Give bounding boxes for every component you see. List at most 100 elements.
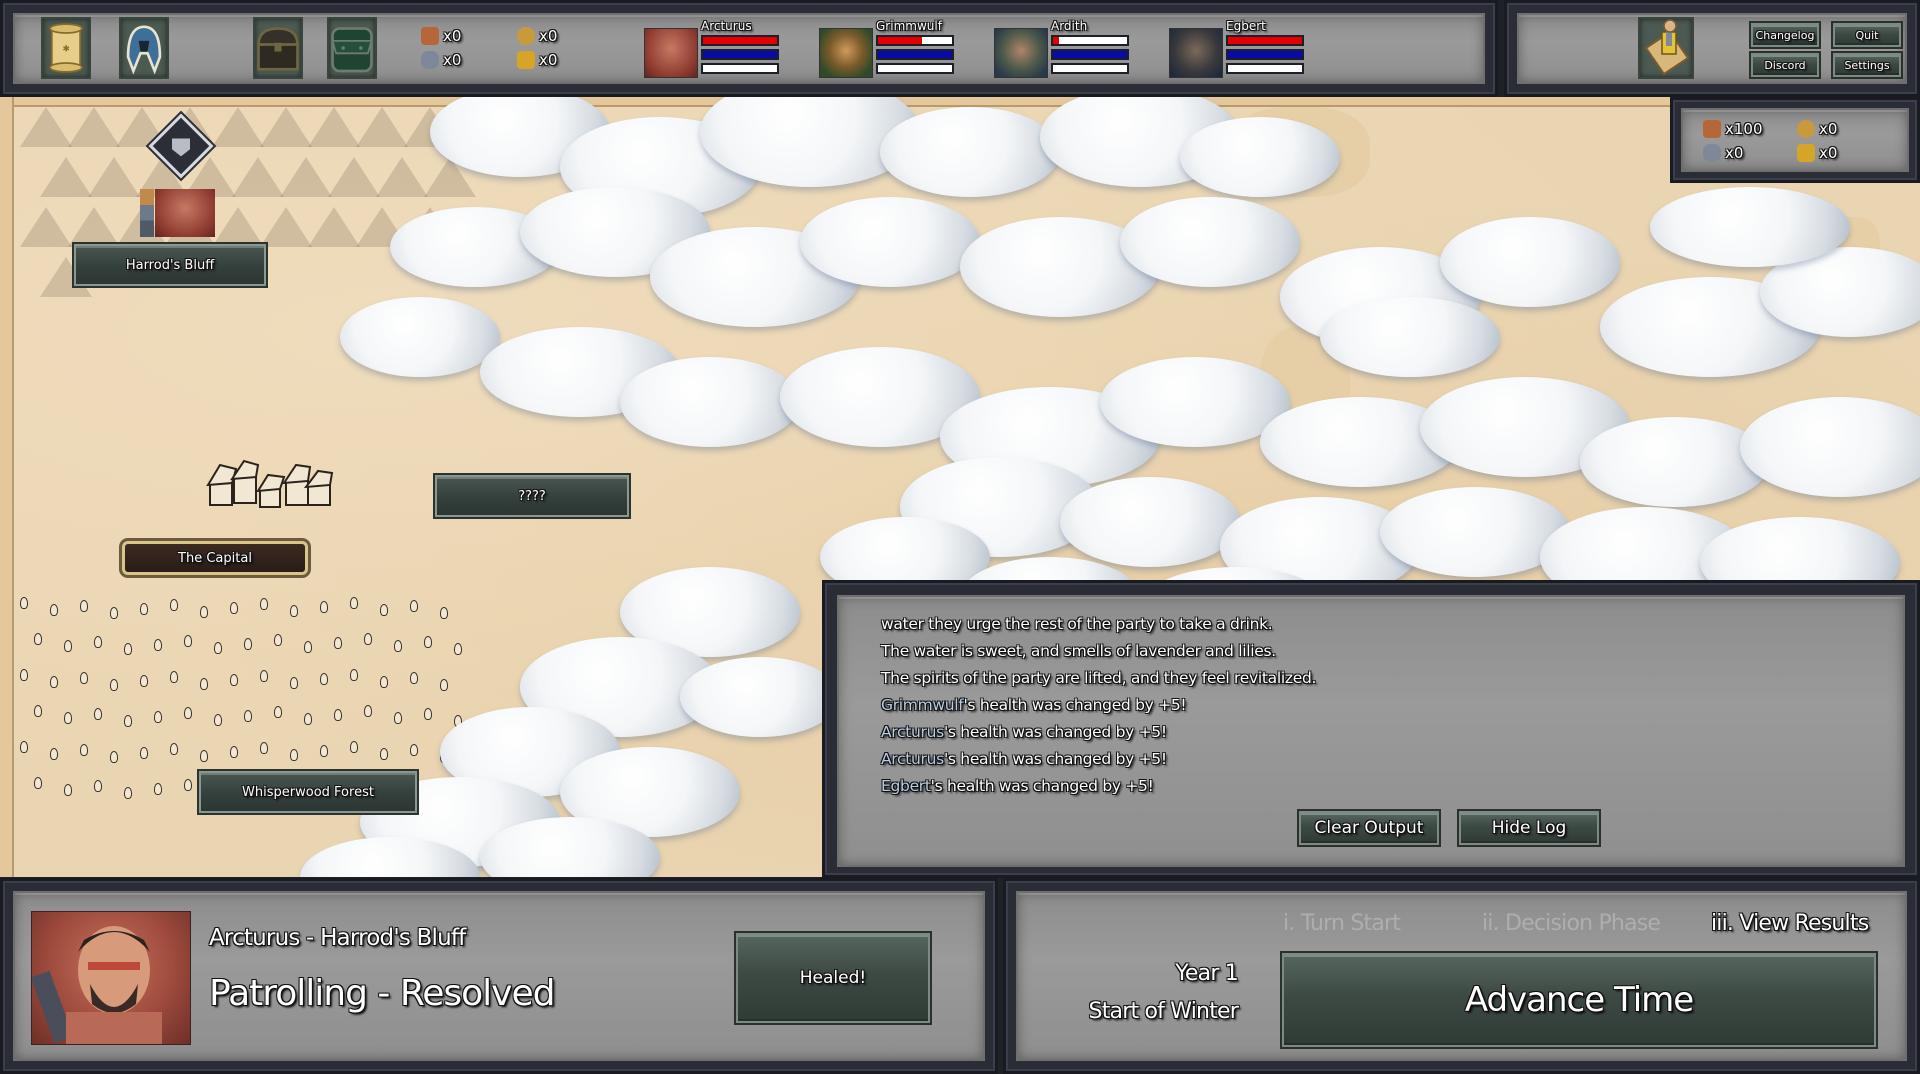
grain-icon bbox=[517, 51, 535, 69]
log-line-text: 's health was changed by +5! bbox=[943, 723, 1167, 741]
mana-bar-fill bbox=[1053, 51, 1127, 58]
backpack-button[interactable] bbox=[327, 17, 377, 79]
location-name: ???? bbox=[518, 488, 546, 504]
resource-value: x0 bbox=[539, 27, 558, 45]
hero-name: Ardith bbox=[1051, 19, 1088, 33]
stockpile-ore: x0 bbox=[1703, 144, 1743, 162]
banner-shield-icon bbox=[172, 138, 190, 156]
stockpile-coin: x0 bbox=[1797, 120, 1837, 138]
mana-bar-fill bbox=[1228, 51, 1302, 58]
location-label-whisperwood[interactable]: Whisperwood Forest bbox=[197, 769, 419, 815]
location-name: The Capital bbox=[178, 550, 252, 566]
location-label-unknown[interactable]: ???? bbox=[433, 473, 631, 519]
location-label-capital[interactable]: The Capital bbox=[119, 538, 311, 578]
discord-button[interactable]: Discord bbox=[1749, 51, 1821, 79]
resource-coin: x0 bbox=[517, 27, 557, 45]
grain-icon bbox=[1797, 144, 1815, 162]
resource-value: x0 bbox=[1725, 144, 1744, 162]
heroes-helmet-button[interactable] bbox=[119, 17, 169, 79]
hero-portrait-art bbox=[32, 926, 162, 1044]
event-log-lines: water they urge the rest of the party to… bbox=[881, 611, 1316, 800]
cloud bbox=[1740, 397, 1920, 497]
healed-result-button[interactable]: Healed! bbox=[734, 931, 932, 1025]
health-bar-fill bbox=[1228, 37, 1302, 44]
map-scroll-icon: ✱ bbox=[49, 23, 83, 73]
location-label-harrods-bluff[interactable]: Harrod's Bluff bbox=[72, 242, 268, 288]
phase-view-results: iii. View Results bbox=[1711, 911, 1869, 936]
health-bar-fill bbox=[703, 37, 777, 44]
backpack-icon bbox=[331, 27, 373, 73]
quit-button[interactable]: Quit bbox=[1831, 21, 1903, 49]
top-bar: ✱ x0 x0 x0 x0 Arcturus Grimmwulf Ardith … bbox=[0, 0, 1498, 97]
changelog-button[interactable]: Changelog bbox=[1749, 21, 1821, 49]
inventory-chest-button[interactable] bbox=[253, 17, 303, 79]
advance-time-button[interactable]: Advance Time bbox=[1280, 951, 1878, 1049]
log-line: Arcturus's health was changed by +5! bbox=[881, 719, 1316, 746]
log-line: Arcturus's health was changed by +5! bbox=[881, 746, 1316, 773]
log-line-highlight: Grimmwulf bbox=[881, 696, 964, 714]
clear-output-label: Clear Output bbox=[1314, 818, 1424, 838]
phase-turn-start: i. Turn Start bbox=[1283, 911, 1401, 936]
stockpile-wood: x100 bbox=[1703, 120, 1763, 138]
log-line-text: 's health was changed by +5! bbox=[943, 750, 1167, 768]
party-leader-portrait[interactable] bbox=[155, 189, 215, 237]
changelog-label: Changelog bbox=[1755, 28, 1815, 42]
hero-portrait bbox=[644, 28, 698, 78]
location-name: Whisperwood Forest bbox=[242, 784, 374, 800]
health-bar-fill bbox=[1053, 37, 1059, 44]
log-line-highlight: Egbert bbox=[881, 777, 931, 795]
ore-icon bbox=[421, 51, 439, 69]
hero-avatar-arcturus bbox=[31, 911, 191, 1045]
advance-time-label: Advance Time bbox=[1464, 980, 1694, 1020]
capital-town-icon bbox=[206, 459, 334, 508]
hero-name: Arcturus bbox=[701, 19, 752, 33]
wood-icon bbox=[1703, 120, 1721, 138]
health-bar bbox=[876, 35, 954, 46]
xp-bar bbox=[1226, 63, 1304, 74]
cloud bbox=[680, 657, 840, 737]
hide-log-label: Hide Log bbox=[1491, 818, 1567, 838]
health-bar bbox=[1226, 35, 1304, 46]
cloud bbox=[1440, 217, 1620, 307]
helmet-icon bbox=[126, 25, 162, 75]
resource-grain: x0 bbox=[517, 51, 557, 69]
log-line: The spirits of the party are lifted, and… bbox=[881, 665, 1316, 692]
cloud bbox=[1120, 197, 1300, 287]
coin-icon bbox=[1797, 120, 1815, 138]
log-line-text: The water is sweet, and smells of lavend… bbox=[881, 642, 1276, 660]
cloud bbox=[1580, 417, 1770, 507]
coin-icon bbox=[517, 27, 535, 45]
settings-button[interactable]: Settings bbox=[1831, 51, 1903, 79]
stockpile-inner bbox=[1681, 108, 1909, 172]
xp-bar bbox=[701, 63, 779, 74]
log-line: water they urge the rest of the party to… bbox=[881, 611, 1316, 638]
hero-name: Grimmwulf bbox=[876, 19, 942, 33]
health-bar bbox=[1051, 35, 1129, 46]
resource-value: x100 bbox=[1725, 120, 1763, 138]
quest-scroll-icon bbox=[1644, 19, 1690, 76]
svg-text:✱: ✱ bbox=[62, 45, 69, 55]
resource-value: x0 bbox=[1819, 144, 1838, 162]
map-scroll-button[interactable]: ✱ bbox=[41, 17, 91, 79]
year-label: Year 1 bbox=[1175, 961, 1239, 986]
season-label: Start of Winter bbox=[1088, 999, 1239, 1024]
stockpile-panel: x100 x0 x0 x0 bbox=[1670, 97, 1920, 183]
log-line-text: 's health was changed by +5! bbox=[930, 777, 1154, 795]
clear-output-button[interactable]: Clear Output bbox=[1297, 809, 1441, 847]
discord-label: Discord bbox=[1764, 58, 1806, 72]
resource-value: x0 bbox=[443, 27, 462, 45]
hide-log-button[interactable]: Hide Log bbox=[1457, 809, 1601, 847]
hero-portrait bbox=[1169, 28, 1223, 78]
cloud bbox=[1320, 297, 1500, 377]
healed-result-label: Healed! bbox=[799, 968, 867, 988]
cloud bbox=[1650, 187, 1850, 267]
log-line-highlight: Arcturus bbox=[881, 750, 944, 768]
settings-label: Settings bbox=[1844, 58, 1890, 72]
event-title: Arcturus - Harrod's Bluff bbox=[209, 925, 466, 951]
party-mini-portraits bbox=[140, 189, 154, 237]
event-status: Patrolling - Resolved bbox=[209, 973, 555, 1014]
resource-value: x0 bbox=[539, 51, 558, 69]
quest-button[interactable] bbox=[1638, 17, 1694, 79]
xp-bar bbox=[1051, 63, 1129, 74]
phase-decision: ii. Decision Phase bbox=[1482, 911, 1661, 936]
